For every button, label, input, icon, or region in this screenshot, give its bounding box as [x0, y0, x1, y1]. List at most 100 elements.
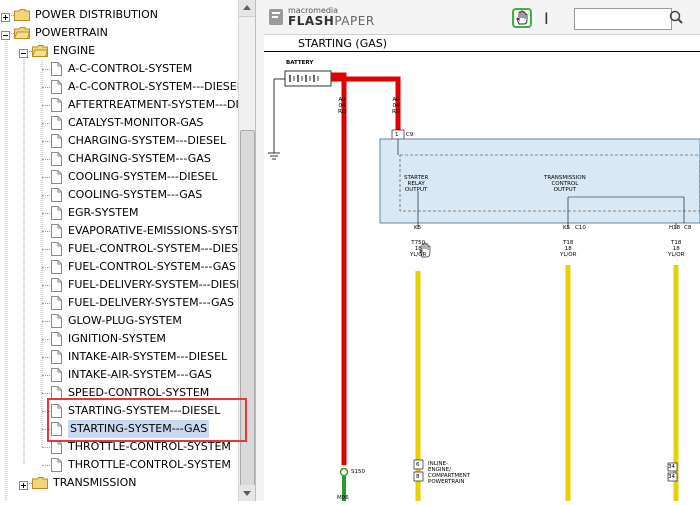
- document-icon: [51, 296, 62, 310]
- connector-c10: C10: [575, 225, 586, 231]
- document-icon: [51, 188, 62, 202]
- tree-item[interactable]: POWER DISTRIBUTION: [0, 6, 238, 24]
- tree-item[interactable]: CHARGING-SYSTEM---DIESEL: [0, 132, 238, 150]
- tree-item[interactable]: FUEL-DELIVERY-SYSTEM---GAS: [0, 294, 238, 312]
- tree-item[interactable]: TRANSMISSION: [0, 474, 238, 492]
- tree-item-label: FUEL-CONTROL-SYSTEM---GAS: [68, 260, 236, 273]
- document-icon: [51, 152, 62, 166]
- tree-item-label: STARTING-SYSTEM---GAS: [68, 420, 210, 438]
- splice-s150: S150: [351, 469, 365, 475]
- document-icon: [51, 206, 62, 220]
- starter-relay-label: STARTER RELAY OUTPUT: [404, 175, 429, 193]
- tree-item[interactable]: A-C-CONTROL-SYSTEM---DIESEL: [0, 78, 238, 96]
- wire-label-2: A0 04 RD: [392, 97, 401, 115]
- search-icon[interactable]: [668, 8, 684, 26]
- tree-item-label: INTAKE-AIR-SYSTEM---DIESEL: [68, 350, 228, 363]
- tree-item-label: INTAKE-AIR-SYSTEM---GAS: [68, 368, 212, 381]
- document-icon: [51, 242, 62, 256]
- folder-icon: [32, 477, 48, 489]
- scroll-down-arrow[interactable]: [239, 485, 255, 501]
- tree-item[interactable]: STARTING-SYSTEM---GAS: [0, 420, 238, 438]
- tree-item[interactable]: STARTING-SYSTEM---DIESEL: [0, 402, 238, 420]
- hand-icon: [516, 10, 528, 25]
- tree-item[interactable]: A-C-CONTROL-SYSTEM: [0, 60, 238, 78]
- expand-icon[interactable]: [1, 10, 10, 22]
- tree-item[interactable]: SPEED-CONTROL-SYSTEM: [0, 384, 238, 402]
- document-icon: [51, 368, 62, 382]
- tree-item-label: EVAPORATIVE-EMISSIONS-SYSTEM: [68, 224, 238, 237]
- tree-item-label: AFTERTREATMENT-SYSTEM---DIESEL: [68, 98, 238, 111]
- tree-item[interactable]: AFTERTREATMENT-SYSTEM---DIESEL: [0, 96, 238, 114]
- battery-label: BATTERY: [286, 60, 314, 66]
- collapse-icon[interactable]: [1, 28, 10, 40]
- document-icon: [51, 224, 62, 238]
- tree-scrollbar[interactable]: [238, 0, 255, 501]
- document-icon: [51, 134, 62, 148]
- pin-h18: H18: [669, 225, 681, 231]
- pin-34: 34: [668, 464, 675, 470]
- tree-item-label: A-C-CONTROL-SYSTEM: [68, 62, 193, 75]
- document-icon: [51, 422, 62, 436]
- scroll-up-arrow[interactable]: [239, 0, 255, 17]
- tree-item[interactable]: COOLING-SYSTEM---GAS: [0, 186, 238, 204]
- tree-item[interactable]: COOLING-SYSTEM---DIESEL: [0, 168, 238, 186]
- tree-item-label: FUEL-DELIVERY-SYSTEM---GAS: [68, 296, 235, 309]
- transmission-output-label: TRANSMISSION CONTROL OUTPUT: [544, 175, 586, 193]
- viewer-toolbar: macromedia FLASHPAPER Ⅰ: [264, 0, 700, 35]
- tree-item-label: CHARGING-SYSTEM---GAS: [68, 152, 211, 165]
- wire-label-4: T18 18 YL/OR: [560, 240, 577, 258]
- tree-item[interactable]: EVAPORATIVE-EMISSIONS-SYSTEM: [0, 222, 238, 240]
- flashpaper-viewer: macromedia FLASHPAPER Ⅰ STARTING (GAS) B…: [264, 0, 700, 501]
- tree-item-label: A-C-CONTROL-SYSTEM---DIESEL: [68, 80, 238, 93]
- tree-item[interactable]: INTAKE-AIR-SYSTEM---DIESEL: [0, 348, 238, 366]
- document-icon: [51, 404, 62, 418]
- connector-c9: C9: [406, 132, 414, 138]
- tree-item[interactable]: FUEL-CONTROL-SYSTEM---DIESEL: [0, 240, 238, 258]
- tree-item-label: CATALYST-MONITOR-GAS: [68, 116, 204, 129]
- tree-item[interactable]: THROTTLE-CONTROL-SYSTEM: [0, 438, 238, 456]
- search-input[interactable]: [574, 8, 672, 30]
- tree-item-label: EGR-SYSTEM: [68, 206, 139, 219]
- bottom-wire-label: M06: [337, 495, 349, 501]
- document-icon: [51, 62, 62, 76]
- expand-icon[interactable]: [19, 478, 28, 490]
- folder-open-icon: [13, 27, 31, 39]
- document-icon: [51, 260, 62, 274]
- tree-item[interactable]: IGNITION-SYSTEM: [0, 330, 238, 348]
- tree-item-label: THROTTLE-CONTROL-SYSTEM: [68, 458, 231, 471]
- tree-item[interactable]: FUEL-CONTROL-SYSTEM---GAS: [0, 258, 238, 276]
- document-icon: [51, 80, 62, 94]
- tree-item[interactable]: FUEL-DELIVERY-SYSTEM---DIESEL: [0, 276, 238, 294]
- document-icon: [51, 440, 62, 454]
- document-icon: [51, 116, 62, 130]
- tree-item[interactable]: EGR-SYSTEM: [0, 204, 238, 222]
- pin-34b: 34: [668, 474, 675, 480]
- document-icon: [51, 386, 62, 400]
- tree-item[interactable]: POWERTRAIN: [0, 24, 238, 42]
- wiring-diagram: [268, 70, 700, 501]
- tree-item-label: COOLING-SYSTEM---DIESEL: [68, 170, 218, 183]
- tree-item-label: COOLING-SYSTEM---GAS: [68, 188, 203, 201]
- tree-item[interactable]: GLOW-PLUG-SYSTEM: [0, 312, 238, 330]
- tree-item-label: SPEED-CONTROL-SYSTEM: [68, 386, 210, 399]
- tree-item-label: STARTING-SYSTEM---DIESEL: [68, 404, 221, 417]
- tree-item[interactable]: CHARGING-SYSTEM---GAS: [0, 150, 238, 168]
- pin-k5b: K5: [563, 225, 571, 231]
- folder-icon: [14, 9, 30, 21]
- wire-label-1: A0 04 RD: [338, 97, 347, 115]
- tree-item[interactable]: INTAKE-AIR-SYSTEM---GAS: [0, 366, 238, 384]
- tree-item[interactable]: THROTTLE-CONTROL-SYSTEM: [0, 456, 238, 474]
- tree-item-label: IGNITION-SYSTEM: [68, 332, 166, 345]
- collapse-icon[interactable]: [19, 46, 28, 58]
- document-icon: [51, 98, 62, 112]
- pin-c9: 1: [395, 132, 399, 138]
- hand-tool-button[interactable]: [512, 8, 532, 28]
- document-icon: [51, 458, 62, 472]
- tree-item[interactable]: CATALYST-MONITOR-GAS: [0, 114, 238, 132]
- text-select-tool-icon[interactable]: Ⅰ: [544, 9, 549, 28]
- tree-item[interactable]: ENGINE: [0, 42, 238, 60]
- tree-item-label: FUEL-DELIVERY-SYSTEM---DIESEL: [68, 278, 238, 291]
- tree-item-label: THROTTLE-CONTROL-SYSTEM: [68, 440, 231, 453]
- scroll-thumb[interactable]: [240, 130, 255, 492]
- document-icon: [51, 170, 62, 184]
